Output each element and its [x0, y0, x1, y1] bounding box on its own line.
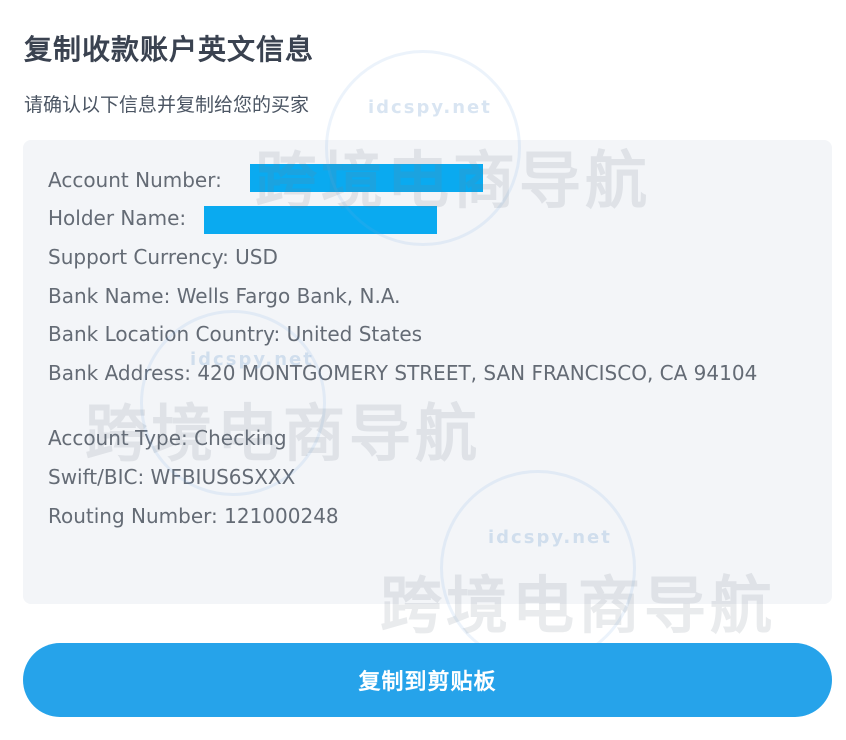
bank-address: Bank Address: 420 MONTGOMERY STREET, SAN… [48, 361, 758, 385]
bank-location-country: Bank Location Country: United States [48, 322, 423, 346]
bank-name: Bank Name: Wells Fargo Bank, N.A. [48, 284, 401, 308]
watermark-url: idcspy.net [368, 97, 492, 118]
swift-bic: Swift/BIC: WFBIUS6SXXX [48, 465, 296, 489]
page-title: 复制收款账户英文信息 [24, 33, 315, 66]
account-info-panel: Account Number: Holder Name: Support Cur… [23, 140, 832, 604]
copy-to-clipboard-button[interactable]: 复制到剪贴板 [23, 643, 832, 717]
support-currency: Support Currency: USD [48, 245, 278, 269]
account-type: Account Type: Checking [48, 426, 287, 450]
account-number-label: Account Number: [48, 168, 222, 192]
holder-name-redaction [204, 206, 437, 234]
account-number-redaction [250, 164, 483, 192]
page-subtitle: 请确认以下信息并复制给您的买家 [24, 94, 310, 116]
routing-number: Routing Number: 121000248 [48, 504, 339, 528]
holder-name-label: Holder Name: [48, 206, 187, 230]
